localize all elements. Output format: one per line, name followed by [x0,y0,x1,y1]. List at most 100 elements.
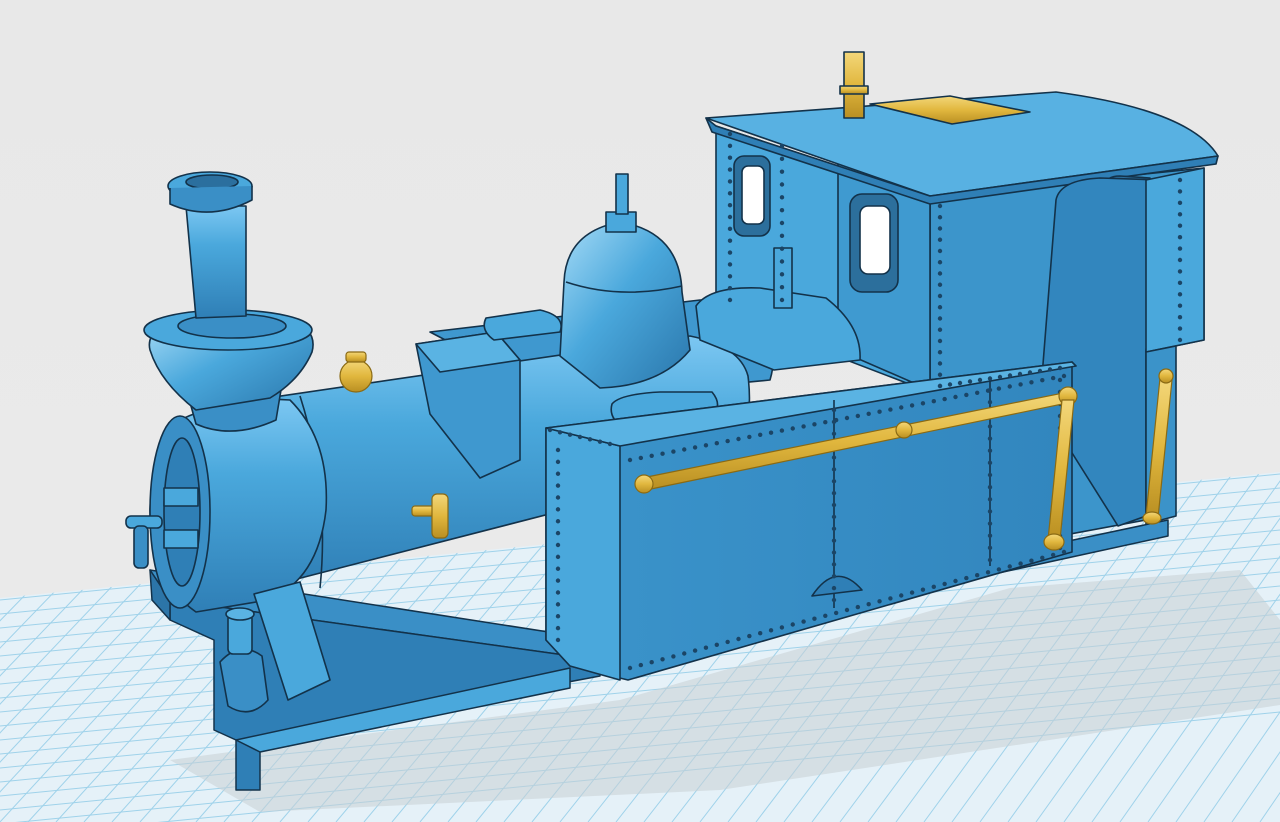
rivet [831,574,837,579]
rivet [725,639,730,645]
rivet [833,610,839,616]
rivet [1177,326,1183,331]
rivet [831,419,837,425]
rivet [844,607,850,613]
rivet [779,143,785,149]
rivet [831,562,837,567]
rivet [831,407,837,413]
rivet [779,156,785,162]
rivet [555,625,561,631]
rivet [727,274,733,279]
rivet [790,426,795,431]
rivet [937,372,943,377]
rivet [855,604,861,610]
rivet [1018,382,1023,387]
rivet [1177,212,1183,217]
rivet [831,467,837,472]
rivet [987,497,993,502]
rivet [727,202,733,208]
rivet [899,405,904,410]
rivet [987,436,993,441]
rivet [987,460,993,466]
rivet [555,507,561,512]
rivet [888,407,893,412]
rivet [877,409,882,414]
rivet [727,143,733,149]
rivet [812,422,817,427]
rivet [555,530,561,536]
rivet [779,246,785,251]
rivet [727,238,733,243]
rivet [1177,303,1183,308]
rivet [1018,561,1023,566]
rivet [844,415,850,421]
rivet [1057,377,1063,383]
rivet [779,625,785,630]
rivet [987,545,993,551]
rivet [1040,378,1045,383]
rivet [937,327,943,332]
rivet [1177,269,1183,274]
rivet [937,350,943,355]
rivet [555,495,561,500]
3d-viewport[interactable] [0,0,1280,822]
rivet [831,538,837,543]
rivet [714,441,719,446]
rivet [831,431,837,436]
rivet [758,432,763,437]
rivet [801,424,806,429]
rivet [1027,370,1033,375]
rivet [597,439,603,444]
rivet [831,502,837,508]
rivet [931,584,936,589]
rivet [831,585,837,591]
rivet [727,262,733,267]
rivet [975,390,980,395]
rivet [831,526,837,531]
rivet [555,637,561,643]
rivet [607,441,613,447]
rivet [937,282,943,287]
rivet [671,654,676,659]
rivet [964,575,969,581]
rivet [790,622,795,627]
rivet [1177,234,1183,240]
rivet [727,167,733,172]
rivet [567,432,573,437]
rivet [1061,549,1067,555]
rivet [736,436,741,442]
rivet [714,642,719,647]
rivet [768,430,774,435]
rivet [727,131,733,137]
rivet [727,191,733,196]
rivet [727,226,733,232]
rivet [996,386,1002,391]
rivet [779,259,785,264]
rivet [1007,564,1012,569]
rivet [692,648,698,653]
rivet [823,613,828,618]
locomotive-scene[interactable] [0,0,1280,822]
rivet [937,226,943,231]
rivet [831,597,837,603]
rivet [937,271,943,276]
rivet [736,636,741,642]
rivet [555,602,561,607]
rivet [682,651,687,656]
rivet [1040,555,1045,560]
rivet [555,554,561,560]
rivet [899,593,904,598]
rivet [855,413,861,419]
rivet [577,434,583,440]
rivet [964,392,969,398]
rivet [888,596,893,601]
rivet [1177,189,1183,194]
rivet [937,215,943,220]
rivet [987,424,993,429]
rivet [942,396,947,402]
rivet [747,434,752,440]
rivet [909,590,915,595]
rivet [937,237,943,242]
rivet [555,578,561,583]
rivet [779,233,785,239]
